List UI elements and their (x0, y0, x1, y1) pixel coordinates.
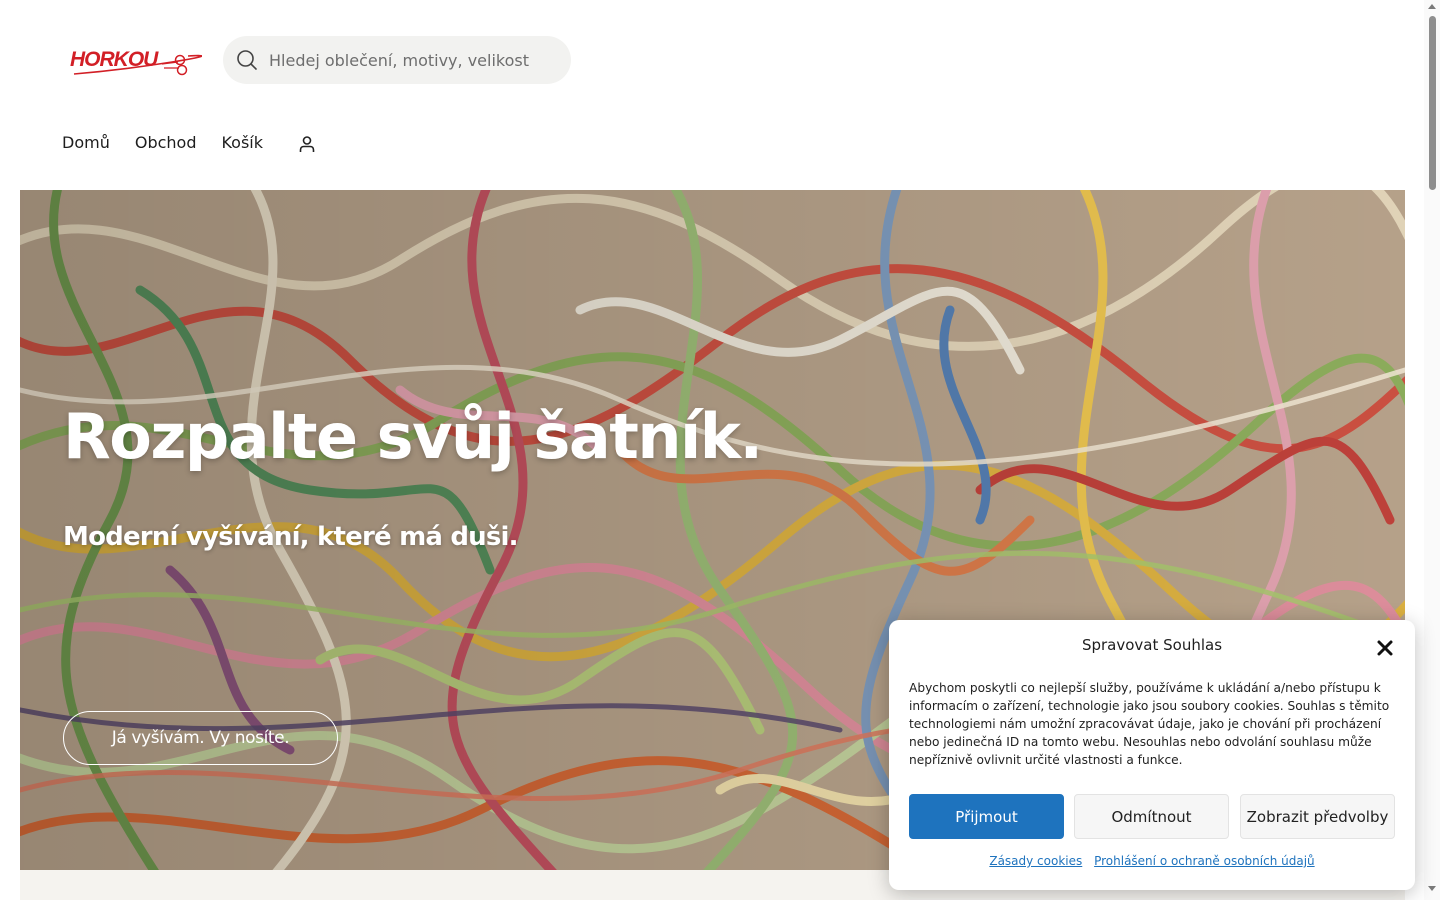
site-logo[interactable]: HORKOU (62, 34, 203, 86)
cookie-policy-link[interactable]: Zásady cookies (989, 854, 1082, 868)
cookie-consent-dialog: Spravovat Souhlas Abychom poskytli co ne… (889, 620, 1415, 890)
scroll-thumb[interactable] (1429, 16, 1436, 190)
hero-cta-button[interactable]: Já vyšívám. Vy nosíte. (63, 711, 338, 765)
nav-item-home[interactable]: Domů (62, 130, 110, 156)
logo-mark: HORKOU (70, 48, 203, 76)
main-nav: Domů Obchod Košík (62, 130, 288, 156)
nav-item-cart[interactable]: Košík (221, 130, 263, 156)
search-box[interactable] (223, 36, 571, 84)
hero-subtitle: Moderní vyšívání, které má duši. (63, 522, 519, 552)
scroll-up-arrow-icon[interactable] (1428, 4, 1436, 9)
scroll-down-arrow-icon[interactable] (1428, 886, 1436, 891)
cookie-dialog-text: Abychom poskytli co nejlepší služby, pou… (909, 681, 1390, 767)
search-icon[interactable] (235, 48, 259, 72)
cookie-links: Zásady cookies Prohlášení o ochraně osob… (889, 854, 1415, 868)
hero-title: Rozpalte svůj šatník. (63, 400, 763, 473)
nav-item-shop[interactable]: Obchod (135, 130, 197, 156)
close-icon[interactable] (1375, 638, 1395, 658)
deny-button[interactable]: Odmítnout (1074, 794, 1229, 839)
privacy-statement-link[interactable]: Prohlášení o ochraně osobních údajů (1094, 854, 1315, 868)
preferences-button[interactable]: Zobrazit předvolby (1240, 794, 1395, 839)
svg-text:HORKOU: HORKOU (70, 48, 159, 71)
user-icon[interactable] (297, 134, 317, 154)
accept-button[interactable]: Přijmout (909, 794, 1064, 839)
page-scrollbar[interactable] (1424, 0, 1440, 900)
cookie-dialog-title: Spravovat Souhlas (1081, 636, 1223, 654)
search-input[interactable] (269, 50, 559, 70)
